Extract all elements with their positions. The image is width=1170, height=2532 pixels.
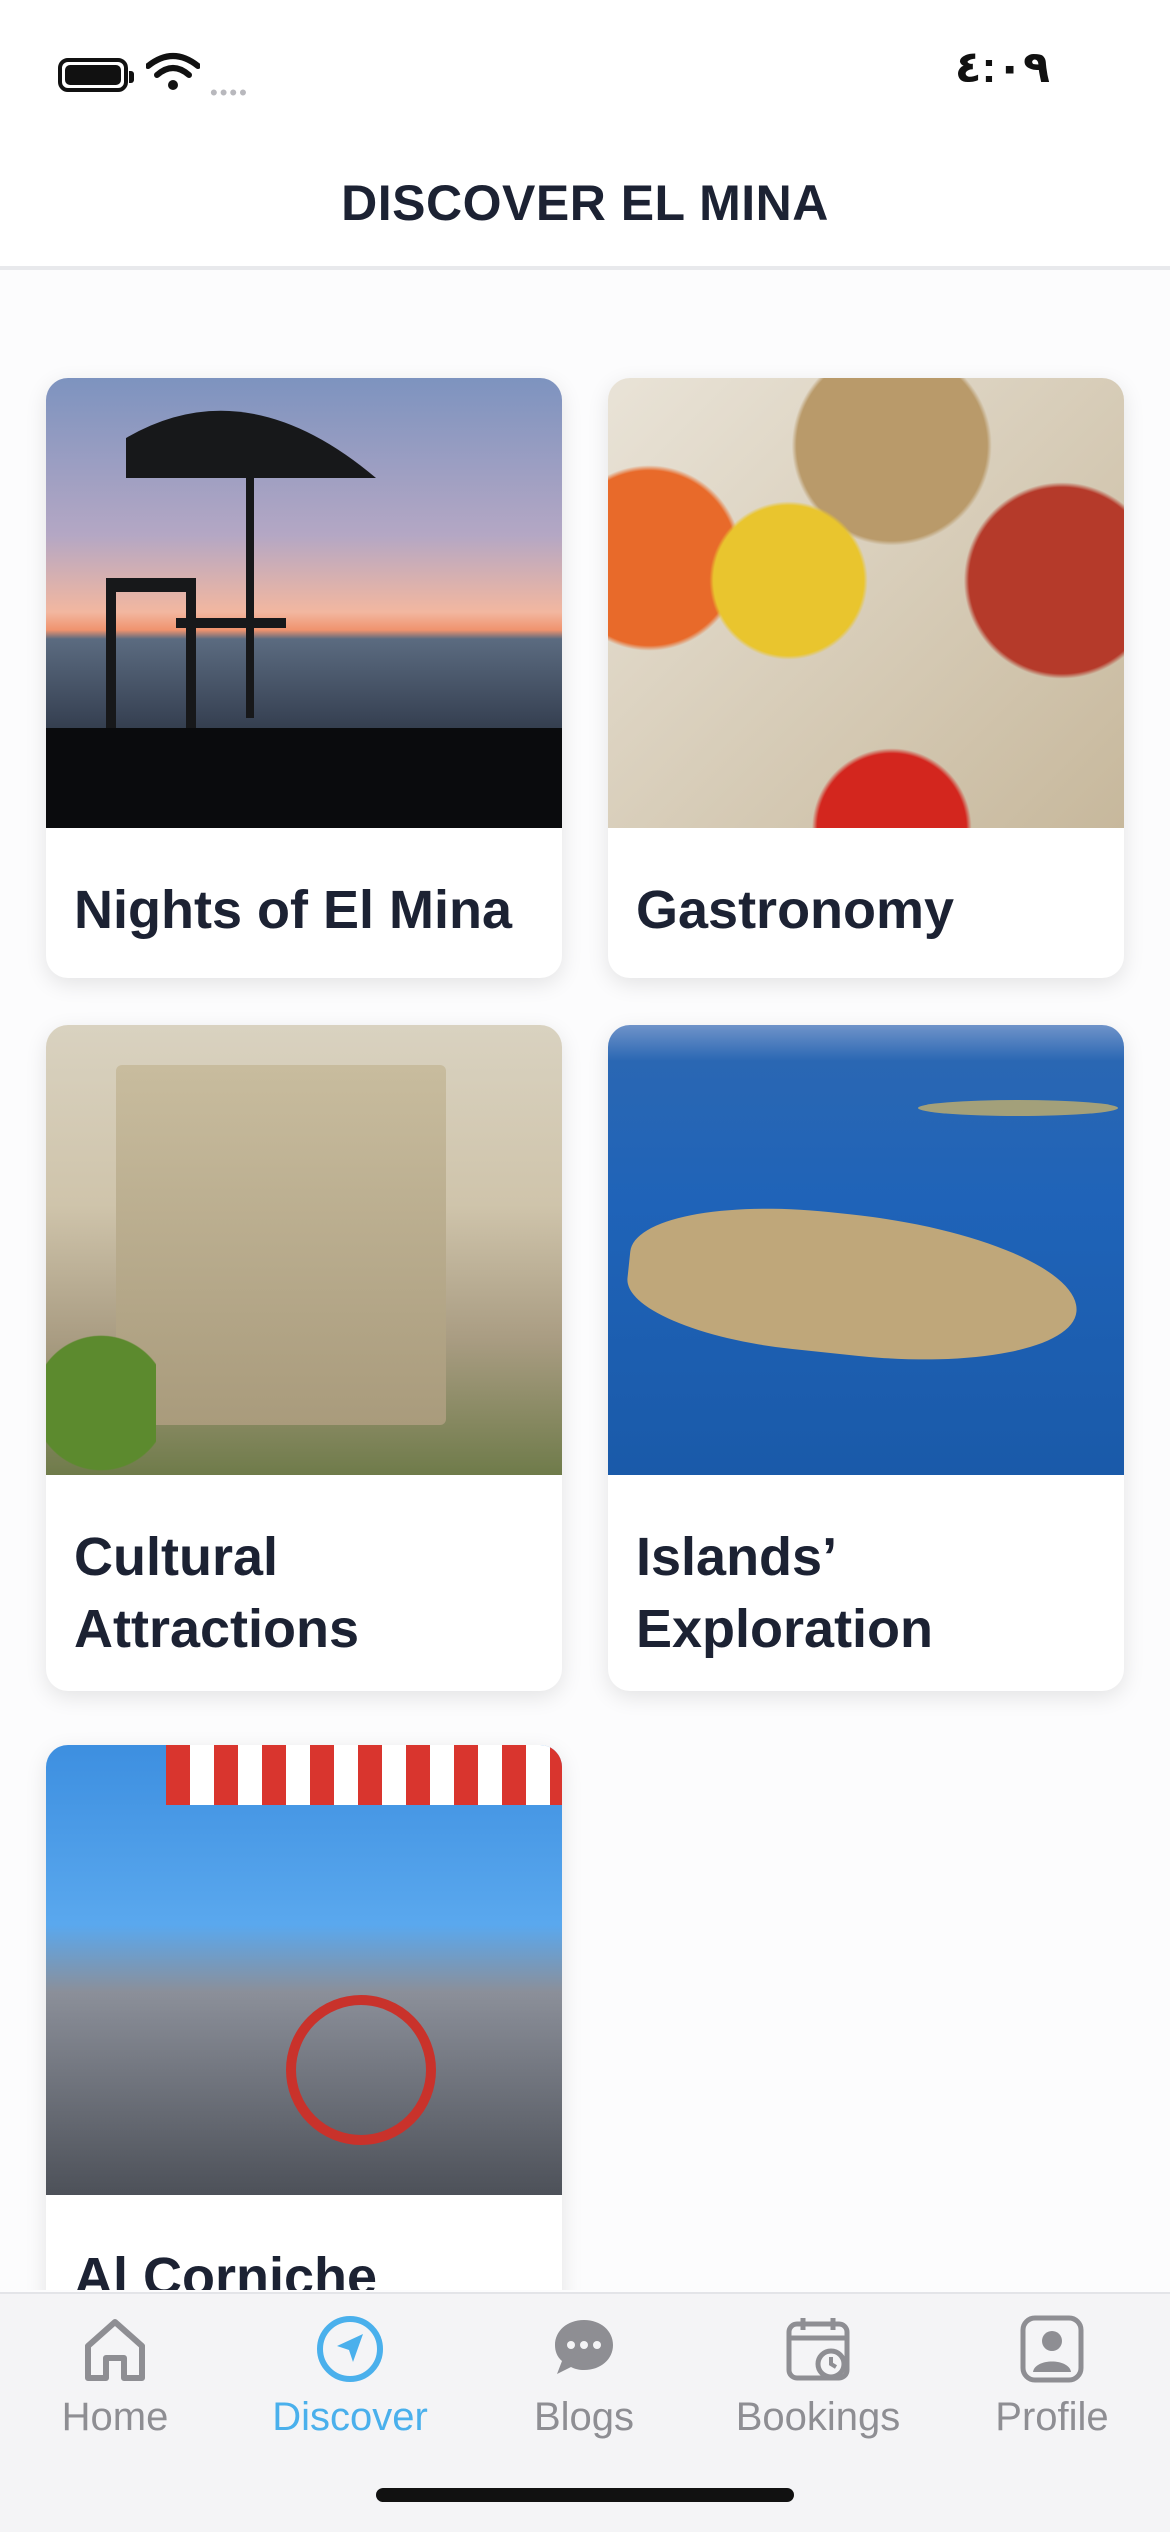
tab-label: Home: [61, 2395, 169, 2439]
category-card-corniche[interactable]: Al Corniche: [46, 1745, 562, 2290]
tab-home[interactable]: Home: [15, 2314, 215, 2440]
card-image-island: [608, 1025, 1124, 1475]
status-bar: •••• ٤:٠٩: [0, 0, 1170, 140]
nav-header: DISCOVER EL MINA: [0, 140, 1170, 270]
wifi-icon: [146, 53, 200, 90]
card-title: Cultural Attractions: [74, 1527, 360, 1659]
home-indicator: [376, 2488, 794, 2502]
tab-discover[interactable]: Discover: [250, 2314, 450, 2440]
status-time: ٤:٠٩: [954, 43, 1050, 92]
tab-label: Blogs: [533, 2395, 635, 2439]
card-title: Al Corniche: [74, 2247, 378, 2290]
tab-blogs[interactable]: Blogs: [484, 2314, 684, 2440]
category-card-nights[interactable]: Nights of El Mina: [46, 378, 562, 978]
cellular-signal-icon: ••••: [210, 80, 249, 105]
category-card-gastronomy[interactable]: Gastronomy: [608, 378, 1124, 978]
category-card-islands[interactable]: Islands’ Exploration: [608, 1025, 1124, 1691]
category-card-cultural[interactable]: Cultural Attractions: [46, 1025, 562, 1691]
home-icon: [85, 2319, 145, 2381]
card-title: Gastronomy: [636, 880, 955, 940]
compass-icon: [317, 2316, 383, 2382]
card-image-tower: [46, 1025, 562, 1475]
card-title: Nights of El Mina: [74, 880, 512, 940]
card-image-nuts: [608, 378, 1124, 828]
card-title: Islands’ Exploration: [636, 1527, 934, 1659]
calendar-clock-icon: [786, 2318, 850, 2381]
tab-bookings[interactable]: Bookings: [718, 2314, 918, 2440]
tab-label: Profile: [995, 2395, 1109, 2439]
tab-label: Bookings: [735, 2395, 901, 2439]
profile-icon: [1020, 2315, 1084, 2383]
card-image-sunset: [46, 378, 562, 828]
page-title: DISCOVER EL MINA: [341, 175, 829, 231]
card-image-bikes: [46, 1745, 562, 2195]
category-grid: Nights of El Mina Gastronomy Cultural At…: [0, 270, 1170, 2290]
tab-profile[interactable]: Profile: [952, 2314, 1152, 2440]
chat-bubble-icon: [555, 2320, 613, 2374]
battery-icon: [58, 58, 134, 92]
tab-label: Discover: [272, 2395, 428, 2439]
